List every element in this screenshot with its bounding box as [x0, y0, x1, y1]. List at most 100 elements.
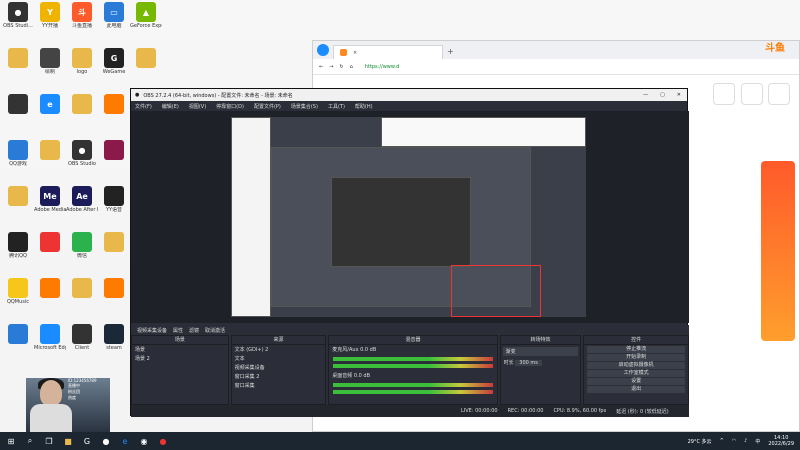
weather[interactable]: 29°C 多云	[688, 438, 712, 445]
obs-menu-item[interactable]: 文件(F)	[135, 103, 152, 110]
winrar-icon	[104, 140, 124, 160]
clock-date: 2022/6/29	[768, 441, 794, 447]
desktop-icon[interactable]	[98, 278, 130, 299]
control-button[interactable]: 停止推流	[587, 346, 685, 353]
control-button[interactable]: 退出	[587, 386, 685, 393]
audio-meter	[333, 383, 493, 387]
obs-menu-item[interactable]: 场景集合(S)	[291, 103, 318, 110]
desktop-icon[interactable]: 腾讯QQ	[2, 232, 34, 259]
obs-menu-item[interactable]: 编辑(E)	[162, 103, 179, 110]
taskbar-edge-icon[interactable]: e	[117, 434, 133, 448]
url-field[interactable]: https://www.d	[365, 64, 677, 70]
sidebar-button[interactable]	[713, 83, 735, 105]
start-icon[interactable]: ⊞	[3, 434, 19, 448]
clock[interactable]: 14:10 2022/6/29	[768, 435, 794, 447]
desktop-icon[interactable]	[34, 278, 66, 299]
desktop-icon[interactable]: Microsoft Edge	[34, 324, 66, 351]
source-item[interactable]: 窗口采集 2	[232, 372, 326, 381]
source-item[interactable]: 文本 (GDI+) 2	[232, 345, 326, 354]
desktop-icon-label: OBS Studi...	[3, 23, 33, 29]
desktop-icon[interactable]	[98, 94, 130, 115]
tab-close-icon[interactable]: ×	[353, 50, 357, 56]
obs-menu-item[interactable]: 停靠窗口(D)	[216, 103, 244, 110]
desktop-icon[interactable]: logo	[66, 48, 98, 75]
desktop-icon[interactable]	[34, 140, 66, 161]
taskbar-wegame-icon[interactable]: G	[79, 434, 95, 448]
sidebar-button[interactable]	[768, 83, 791, 105]
desktop-icon[interactable]: QQ游戏	[2, 140, 34, 167]
maximize-icon[interactable]: ▢	[660, 92, 665, 98]
desktop-icon[interactable]: e	[34, 94, 66, 115]
desktop-icon[interactable]: ▭ 此电脑	[98, 2, 130, 29]
scene-item[interactable]: 场景 2	[132, 354, 228, 363]
deactivate-button[interactable]: 取消激活	[205, 327, 225, 334]
control-button[interactable]: 工作室模式	[587, 370, 685, 377]
input-language[interactable]: 中	[755, 438, 760, 445]
forward-icon[interactable]: →	[329, 64, 333, 70]
desktop-icon[interactable]	[66, 278, 98, 299]
obs-menu-item[interactable]: 配置文件(P)	[254, 103, 281, 110]
desktop-icon[interactable]: QQMusic	[2, 278, 34, 305]
desktop-icon[interactable]	[98, 232, 130, 253]
transition-mode-select[interactable]: 渐变	[502, 347, 579, 356]
desktop-icon[interactable]: 斗斗鱼直播	[66, 2, 98, 29]
desktop-icon[interactable]	[2, 324, 34, 345]
taskbar-netease-icon[interactable]: ●	[155, 434, 171, 448]
control-button[interactable]: 设置	[587, 378, 685, 385]
promo-banner[interactable]	[761, 161, 795, 341]
desktop-icon[interactable]	[2, 94, 34, 115]
source-item[interactable]: 文本	[232, 354, 326, 363]
desktop-icon[interactable]: ● OBS Studi...	[2, 2, 34, 29]
control-button[interactable]: 开始录制	[587, 354, 685, 361]
close-icon[interactable]: ✕	[677, 92, 681, 98]
scene-item[interactable]: 场景	[132, 345, 228, 354]
desktop-icon[interactable]: Client	[66, 324, 98, 351]
obs-menu-item[interactable]: 工具(T)	[328, 103, 345, 110]
transition-duration[interactable]: 时长 300 ms	[501, 358, 581, 367]
refresh-icon[interactable]: ↻	[339, 64, 343, 70]
minimize-icon[interactable]: —	[643, 92, 648, 98]
source-item[interactable]: 窗口采集	[232, 381, 326, 390]
browser-address-bar[interactable]: ← → ↻ ⌂ https://www.d	[313, 59, 799, 75]
properties-button[interactable]: 属性	[173, 327, 183, 334]
browser-tab[interactable]: ×	[333, 45, 443, 59]
desktop-icon[interactable]	[2, 48, 34, 69]
control-button[interactable]: 启动虚拟摄像机	[587, 362, 685, 369]
obs-menu-item[interactable]: 视图(V)	[189, 103, 206, 110]
home-icon[interactable]: ⌂	[350, 64, 353, 70]
desktop-icon[interactable]: steam	[98, 324, 130, 351]
desktop-icon[interactable]: 绘制	[34, 48, 66, 75]
desktop-icon[interactable]	[2, 186, 34, 207]
taskbar-explorer-icon[interactable]: ■	[60, 434, 76, 448]
source-item[interactable]: 视频采集设备	[232, 363, 326, 372]
desktop-icon[interactable]	[98, 140, 130, 161]
transition-duration-value[interactable]: 300 ms	[515, 360, 542, 366]
desktop-icon[interactable]	[34, 232, 66, 253]
taskbar-app-icon[interactable]: ◉	[136, 434, 152, 448]
new-tab-icon[interactable]: +	[447, 47, 454, 56]
volume-icon[interactable]: ♪	[744, 438, 747, 444]
obs-window[interactable]: ● OBS 27.2.4 (64-bit, windows) - 配置文件: 未…	[130, 88, 689, 417]
edge-icon: e	[40, 94, 60, 114]
desktop-icon[interactable]	[130, 48, 162, 69]
task-view-icon[interactable]: ❐	[41, 434, 57, 448]
taskbar-obs-icon[interactable]: ●	[98, 434, 114, 448]
desktop-icon[interactable]	[66, 94, 98, 115]
desktop-icon[interactable]: AeAdobe After Effects 2021	[66, 186, 98, 213]
desktop-icon[interactable]: Y YY开播	[34, 2, 66, 29]
network-icon[interactable]: ◠	[732, 438, 736, 444]
desktop-icon[interactable]: 微信	[66, 232, 98, 259]
desktop-icon[interactable]: ▲GeForce Experience	[130, 2, 162, 29]
back-icon[interactable]: ←	[319, 64, 323, 70]
desktop-icon[interactable]: YY语音	[98, 186, 130, 213]
desktop-icon[interactable]: ● OBS Studio	[66, 140, 98, 167]
tray-arrow-icon[interactable]: ^	[720, 438, 724, 444]
obs-menu-item[interactable]: 帮助(H)	[355, 103, 373, 110]
filters-button[interactable]: 滤镜	[189, 327, 199, 334]
obs-preview[interactable]	[131, 111, 689, 323]
sidebar-button[interactable]	[740, 83, 763, 105]
desktop-icon[interactable]: MeAdobe Media...	[34, 186, 66, 213]
desktop-icon[interactable]: G WeGame	[98, 48, 130, 75]
taskbar-search-icon[interactable]: ⌕	[22, 434, 38, 448]
desktop-icon-label: 绘制	[44, 69, 55, 75]
